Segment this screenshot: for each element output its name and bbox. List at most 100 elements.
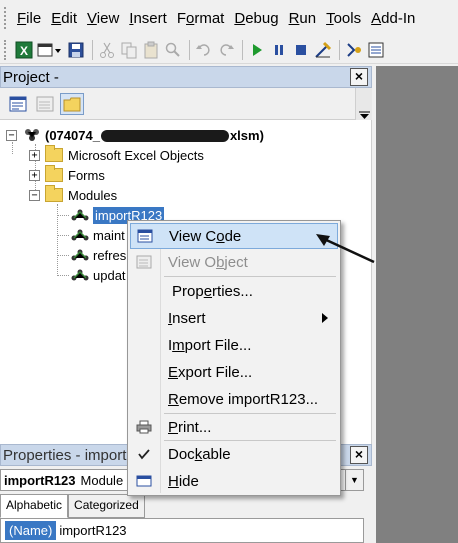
break-icon[interactable] — [269, 40, 289, 60]
collapse-icon[interactable]: − — [6, 129, 17, 141]
tree-node-forms[interactable]: + Forms — [29, 165, 105, 185]
menu-bar: File Edit View Insert Format Debug Run T… — [0, 0, 458, 36]
menu-item-label: Import File... — [168, 336, 252, 354]
menu-item-remove[interactable]: Remove importR123... — [130, 386, 338, 412]
printer-icon — [130, 420, 158, 434]
properties-window-icon[interactable] — [366, 40, 386, 60]
folder-icon — [45, 165, 63, 182]
menubar-grip[interactable] — [4, 7, 12, 29]
svg-text:X: X — [20, 44, 28, 58]
menu-debug[interactable]: Debug — [229, 10, 283, 27]
menu-format[interactable]: Format — [172, 10, 230, 27]
menu-item-insert[interactable]: Insert — [130, 305, 338, 331]
save-icon[interactable] — [66, 40, 86, 60]
menu-item-label: View Code — [169, 227, 242, 245]
redo-icon[interactable] — [216, 40, 236, 60]
toolbar-separator — [242, 39, 243, 60]
paste-icon[interactable] — [141, 40, 161, 60]
code-window-area[interactable] — [376, 66, 458, 543]
project-toolbar — [0, 88, 372, 120]
menu-item-view-object[interactable]: View Object — [130, 249, 338, 275]
menu-edit[interactable]: Edit — [46, 10, 82, 27]
tree-connector — [57, 215, 69, 216]
menu-item-print[interactable]: Print... — [130, 414, 338, 440]
context-menu: View Code View Object Properties... Inse… — [127, 220, 341, 496]
menu-tools[interactable]: Tools — [321, 10, 366, 27]
properties-title-label: Properties - import — [3, 446, 127, 464]
project-name-prefix: (074074_ — [45, 127, 100, 143]
property-row-name[interactable]: (Name) importR123 — [0, 518, 364, 543]
menu-item-import-file[interactable]: Import File... — [130, 332, 338, 358]
module-icon — [71, 249, 89, 261]
menu-insert[interactable]: Insert — [124, 10, 172, 27]
tab-alphabetic[interactable]: Alphabetic — [0, 494, 69, 518]
property-key: (Name) — [5, 521, 57, 540]
find-icon[interactable] — [163, 40, 183, 60]
view-object-icon[interactable] — [33, 93, 57, 115]
collapse-icon[interactable]: − — [29, 189, 40, 201]
expand-icon[interactable]: + — [29, 169, 40, 181]
menu-item-label: View Object — [168, 253, 248, 271]
menu-item-label: Insert — [168, 309, 206, 327]
design-mode-icon[interactable] — [313, 40, 333, 60]
module-icon — [71, 229, 89, 241]
menu-item-hide[interactable]: Hide — [130, 468, 338, 494]
tree-node-module-maint[interactable]: maint — [70, 225, 125, 245]
menu-item-view-code[interactable]: View Code — [130, 223, 338, 249]
menu-add-ins[interactable]: Add-In — [366, 10, 420, 27]
module-icon — [71, 269, 89, 281]
redacted-filename — [100, 130, 229, 143]
expand-icon[interactable]: + — [29, 149, 40, 161]
cut-icon[interactable] — [97, 40, 117, 60]
run-icon[interactable] — [247, 40, 267, 60]
menu-item-label: Properties... — [172, 282, 253, 300]
view-code-icon — [131, 229, 159, 243]
tree-connector — [57, 255, 69, 256]
chevron-down-icon[interactable]: ▼ — [345, 470, 363, 490]
tree-label: Modules — [68, 187, 118, 203]
toggle-folders-icon[interactable] — [60, 92, 84, 115]
object-selector-name: importR123 — [4, 472, 76, 488]
menu-item-export-file[interactable]: Export File... — [130, 359, 338, 385]
tree-root-node[interactable]: − (074074_ xlsm) — [6, 125, 264, 145]
standard-toolbar: X — [0, 36, 458, 64]
project-title-label: Project - — [3, 68, 59, 86]
menu-item-dockable[interactable]: Dockable — [130, 441, 338, 467]
project-scrollbar[interactable] — [355, 88, 372, 120]
tree-connector — [57, 235, 69, 236]
reset-icon[interactable] — [291, 40, 311, 60]
properties-tabs: Alphabetic Categorized — [0, 494, 145, 518]
tab-categorized[interactable]: Categorized — [68, 494, 145, 518]
tree-node-excel-objects[interactable]: + Microsoft Excel Objects — [29, 145, 204, 165]
tree-node-modules[interactable]: − Modules — [29, 185, 117, 205]
toolbar-grip[interactable] — [4, 39, 10, 60]
excel-icon[interactable]: X — [14, 40, 34, 60]
menu-file[interactable]: File — [12, 10, 46, 27]
project-pane-title: Project - — [0, 66, 372, 88]
tree-label: maint — [93, 227, 125, 243]
hide-window-icon — [130, 474, 158, 488]
tree-connector — [57, 275, 69, 276]
tree-node-module-refres[interactable]: refres — [70, 245, 126, 265]
menu-view[interactable]: View — [82, 10, 124, 27]
module-icon — [71, 209, 89, 221]
tree-label: refres — [93, 247, 127, 263]
menu-run[interactable]: Run — [284, 10, 322, 27]
vba-project-icon — [25, 129, 39, 141]
menu-item-label: Remove importR123... — [168, 390, 319, 408]
properties-close-button[interactable]: × — [350, 446, 368, 464]
menu-item-label: Hide — [168, 472, 199, 490]
insert-userform-icon[interactable] — [36, 40, 64, 60]
object-selector-type: Module — [80, 472, 124, 488]
menu-separator — [164, 276, 336, 277]
copy-icon[interactable] — [119, 40, 139, 60]
undo-icon[interactable] — [194, 40, 214, 60]
view-code-icon[interactable] — [6, 93, 30, 115]
tree-node-module-updat[interactable]: updat — [70, 265, 126, 285]
property-value[interactable]: importR123 — [59, 523, 126, 538]
project-name-suffix: xlsm) — [229, 127, 264, 143]
menu-item-properties[interactable]: Properties... — [130, 278, 338, 304]
project-explorer-icon[interactable] — [344, 40, 364, 60]
tree-label: Forms — [68, 167, 105, 183]
project-close-button[interactable]: × — [350, 68, 368, 86]
